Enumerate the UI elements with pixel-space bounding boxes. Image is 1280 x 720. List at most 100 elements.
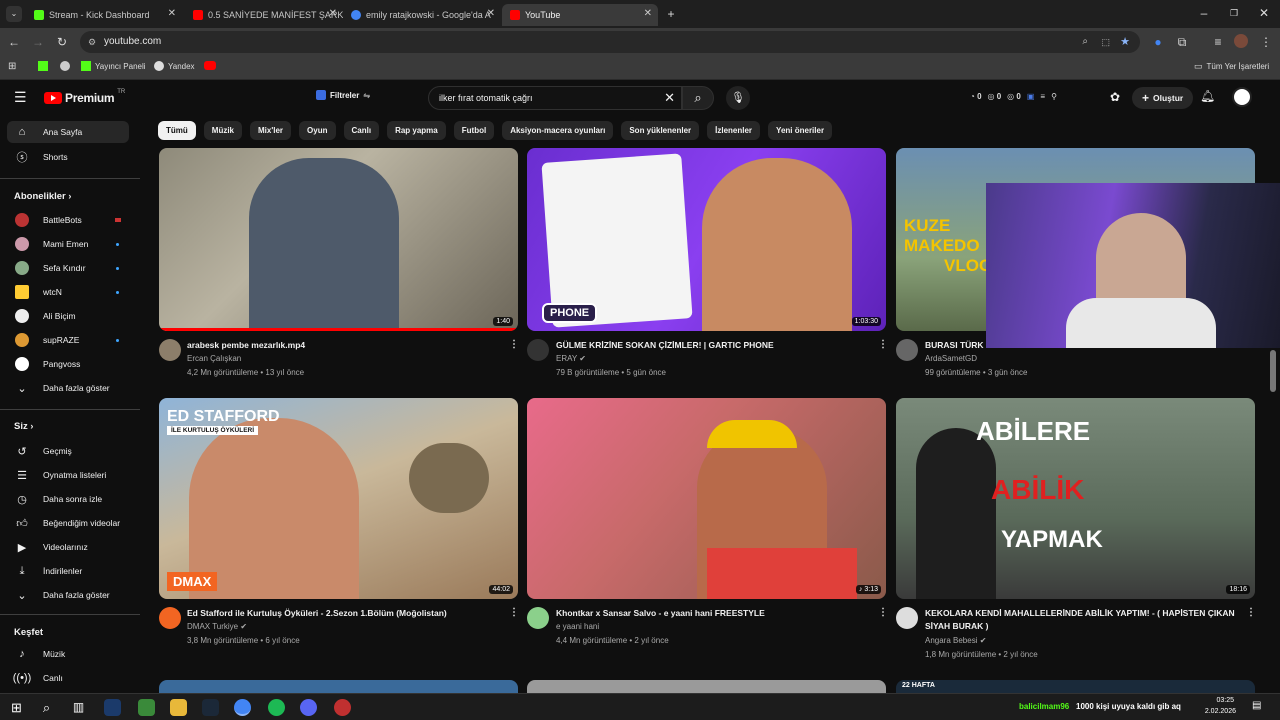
sidebar-item-home[interactable]: ⌂ Ana Sayfa [7,121,129,143]
profile-avatar[interactable] [1234,34,1248,48]
bookmark-star-icon[interactable]: ★ [1120,31,1130,53]
gear-icon[interactable]: ✿ [1110,90,1120,104]
sidebar-item-playlists[interactable]: ☰ Oynatma listeleri [7,464,129,486]
menu-icon[interactable]: ⋮ [1258,34,1274,50]
video-title[interactable]: Khontkar x Sansar Salvo - e yaani hani F… [556,607,866,620]
reload-icon[interactable]: ↻ [54,34,70,50]
sidebar-item-pangvoss[interactable]: Pangvoss [7,353,129,375]
create-button[interactable]: + Oluştur [1132,87,1194,109]
voice-search-icon[interactable]: 🎙 [726,86,750,110]
video-thumbnail[interactable]: 1:40 [159,148,518,331]
chip-music[interactable]: Müzik [203,121,243,140]
sidebar-item-battlebots[interactable]: BattleBots [7,209,129,231]
zoom-icon[interactable]: ⌕ [1082,31,1088,53]
search-input[interactable]: ilker fırat otomatik çağrı ✕ [428,86,682,110]
channel-name[interactable]: ERAY ✔ [556,352,586,366]
back-icon[interactable]: ← [6,34,22,50]
close-icon[interactable]: ✕ [487,8,495,19]
more-options-icon[interactable]: ⋮ [509,607,519,618]
media-icon[interactable]: ≡ [1210,34,1226,50]
sidebar-item-sefa-kindir[interactable]: Sefa Kındır [7,257,129,279]
page-scrollbar[interactable] [1270,350,1276,392]
install-icon[interactable]: ⬚ [1101,31,1110,53]
extension-icon[interactable]: ● [1150,34,1166,50]
channel-avatar[interactable] [896,607,918,629]
task-view-icon[interactable]: ▥ [70,699,87,716]
sidebar-item-watch-later[interactable]: ◷ Daha sonra izle [7,488,129,510]
chip-live[interactable]: Canlı [343,121,380,140]
chip-recently-uploaded[interactable]: Son yüklenenler [621,121,700,140]
all-bookmarks-folder[interactable]: ▭ Tüm Yer İşaretleri [1194,61,1269,72]
discord-icon[interactable] [300,699,317,716]
account-avatar[interactable] [1232,87,1252,107]
video-title[interactable]: KEKOLARA KENDİ MAHALLELERİNDE ABİLİK YAP… [925,607,1235,633]
notifications-bell-icon[interactable]: 🔔︎ [1200,89,1215,103]
video-thumbnail[interactable]: ED STAFFORD İLE KURTULUŞ ÖYKÜLERİ DMAX 4… [159,398,518,599]
bookmark-yayinci-paneli[interactable]: Yayıncı Paneli [81,61,146,71]
tab-search-icon[interactable]: ⌄ [6,6,22,22]
ext-icon[interactable]: ▣ [1027,92,1035,101]
sidebar-item-ali-bicim[interactable]: Ali Biçim [7,305,129,327]
close-icon[interactable]: ✕ [168,8,176,19]
channel-name[interactable]: ArdaSametGD [925,352,977,366]
close-icon[interactable]: ✕ [329,8,337,19]
channel-avatar[interactable] [159,607,181,629]
video-title[interactable]: BURASI TÜRK [925,339,985,352]
tab-google[interactable]: emily ratajkowski - Google'da A ✕ [343,4,501,26]
more-options-icon[interactable]: ⋮ [1246,607,1256,618]
sidebar-item-shorts[interactable]: ⓢ Shorts [7,146,129,168]
sidebar-item-liked[interactable]: 👍︎ Beğendiğim videolar [7,512,129,534]
pin-icon[interactable]: ⚲ [1051,92,1057,101]
chrome-icon[interactable] [234,699,251,716]
kick-icon[interactable] [38,61,48,71]
channel-name[interactable]: e yaani hani [556,620,599,634]
channel-name[interactable]: Ercan Çalışkan [187,352,241,366]
clock-time[interactable]: 03:25 [1204,697,1234,704]
tab-youtube[interactable]: YouTube ✕ [502,4,658,26]
channel-avatar[interactable] [159,339,181,361]
steam-icon[interactable] [104,699,121,716]
chip-rap[interactable]: Rap yapma [387,121,446,140]
sidebar-item-your-videos[interactable]: ▶ Videolarınız [7,536,129,558]
youtube-logo[interactable]: Premium TR [44,89,125,105]
site-info-icon[interactable]: ⚙ [88,31,96,53]
obs-icon[interactable] [334,699,351,716]
video-thumbnail[interactable] [159,680,518,693]
sidebar-item-mami-emen[interactable]: Mami Emen [7,233,129,255]
minimize-icon[interactable]: – [1196,5,1212,21]
channel-name[interactable]: DMAX Turkiye ✔ [187,620,247,634]
video-title[interactable]: arabesk pembe mezarlık.mp4 [187,339,497,352]
channel-avatar[interactable] [896,339,918,361]
sidebar-item-history[interactable]: ↺ Geçmiş [7,440,129,462]
sidebar-show-more-subs[interactable]: ⌄ Daha fazla göster [7,377,129,399]
sidebar-item-downloads[interactable]: ⤓ İndirilenler [7,560,129,582]
chip-mixes[interactable]: Mix'ler [250,121,292,140]
chip-all[interactable]: Tümü [158,121,196,140]
sidebar-item-supraze[interactable]: supRAZE [7,329,129,351]
new-tab-icon[interactable]: + [663,6,679,22]
tab-manifest[interactable]: 0.5 SANİYEDE MANİFEST ŞARKI ✕ [185,4,343,26]
channel-avatar[interactable] [527,339,549,361]
video-title[interactable]: Ed Stafford ile Kurtuluş Öyküleri - 2.Se… [187,607,497,620]
tab-kick-dashboard[interactable]: Stream - Kick Dashboard ✕ [26,4,182,26]
video-thumbnail[interactable]: 22 HAFTA [896,680,1255,693]
youtube-icon[interactable] [204,61,216,70]
list-icon[interactable]: ≡ [1040,92,1045,101]
more-options-icon[interactable]: ⋮ [509,339,519,350]
subscriptions-heading[interactable]: Abonelikler › [14,191,71,202]
app-icon[interactable] [138,699,155,716]
hamburger-menu-icon[interactable]: ☰ [14,89,27,106]
chip-watched[interactable]: İzlenenler [707,121,761,140]
url-input[interactable]: ⚙ youtube.com ⌕ ⬚ ★ [80,31,1140,53]
you-heading[interactable]: Siz › [14,421,33,432]
sidebar-show-more-you[interactable]: ⌄ Daha fazla göster [7,584,129,606]
web-icon[interactable] [60,61,70,71]
chip-gaming[interactable]: Oyun [299,121,336,140]
video-thumbnail[interactable]: ABİLERE ABİLİK YAPMAK 18:16 [896,398,1255,599]
close-icon[interactable]: ✕ [644,8,652,19]
chip-football[interactable]: Futbol [453,121,495,140]
file-explorer-icon[interactable] [170,699,187,716]
clock-date[interactable]: 2.02.2026 [1196,708,1236,715]
notification-center-icon[interactable]: ▤ [1252,700,1261,711]
video-thumbnail[interactable] [527,680,886,693]
